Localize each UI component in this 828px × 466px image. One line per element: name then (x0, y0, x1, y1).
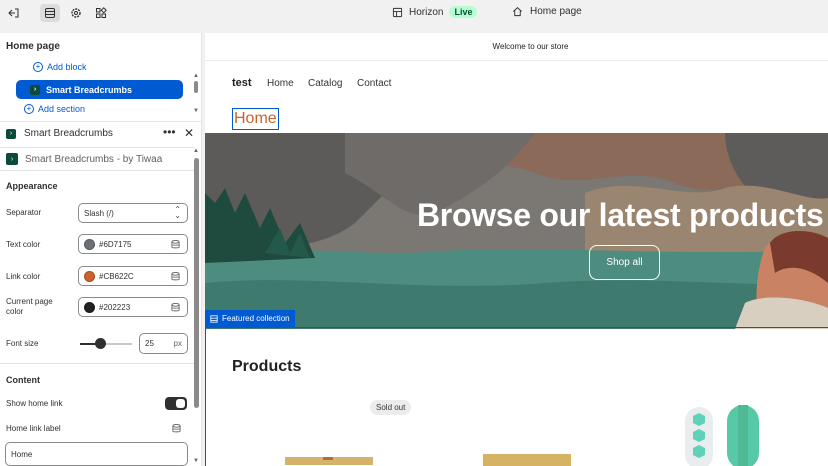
text-color-label: Text color (6, 240, 41, 249)
home-link-label-label: Home link label (6, 424, 61, 433)
current-page-color-label: Current page color (6, 297, 53, 316)
scroll-up-icon[interactable]: ▲ (193, 148, 199, 154)
app-logo-icon: › (6, 153, 18, 165)
featured-collection-tag[interactable]: Featured collection (205, 310, 295, 327)
database-icon[interactable] (171, 303, 180, 312)
add-section-button[interactable]: + Add section (24, 104, 85, 114)
text-color-value: #6D7175 (99, 239, 132, 249)
nav-link-catalog[interactable]: Catalog (308, 78, 342, 89)
font-size-label: Font size (6, 339, 39, 348)
font-size-input[interactable]: 25 px (139, 333, 188, 354)
scroll-down-icon[interactable]: ▼ (193, 108, 199, 114)
scroll-down-icon[interactable]: ▼ (193, 458, 199, 464)
theme-name: Horizon (409, 6, 444, 18)
shop-all-button[interactable]: Shop all (589, 245, 660, 280)
block-settings-header: › Smart Breadcrumbs ••• ✕ (0, 121, 202, 145)
featured-collection-label: Featured collection (222, 314, 290, 323)
home-icon (513, 7, 522, 17)
settings-scrollbar[interactable] (194, 158, 199, 408)
scroll-up-icon[interactable]: ▲ (193, 73, 199, 79)
database-icon[interactable] (171, 272, 180, 281)
plus-circle-icon: + (33, 62, 43, 72)
live-badge: Live (449, 6, 478, 18)
current-page-color-field[interactable]: #202223 (78, 297, 188, 317)
separator-label: Separator (6, 208, 42, 217)
add-block-label: Add block (47, 62, 87, 72)
app-source-label: Smart Breadcrumbs - by Tiwaa (25, 153, 163, 165)
product-image[interactable] (285, 457, 373, 465)
home-link-label-value: Home (11, 449, 33, 459)
close-icon[interactable]: ✕ (184, 126, 194, 140)
announcement-text: Welcome to our store (492, 42, 569, 51)
theme-icon (392, 7, 403, 17)
hero-banner: Browse our latest products Shop all (205, 133, 828, 329)
more-options-icon[interactable]: ••• (163, 125, 176, 139)
add-block-button[interactable]: + Add block (33, 62, 87, 72)
appearance-heading: Appearance (6, 181, 58, 191)
text-color-field[interactable]: #6D7175 (78, 234, 188, 254)
app-logo-icon: › (30, 84, 40, 95)
current-page-color-swatch[interactable] (84, 301, 95, 313)
link-color-label: Link color (6, 272, 41, 281)
content-heading: Content (6, 375, 40, 385)
selected-block-item[interactable]: › Smart Breadcrumbs (16, 80, 183, 99)
plus-circle-icon: + (24, 104, 34, 114)
apps-icon[interactable] (91, 4, 111, 22)
database-icon[interactable] (171, 240, 180, 249)
sections-icon[interactable] (40, 4, 60, 22)
page-name: Home page (530, 6, 582, 17)
settings-icon[interactable] (66, 4, 86, 22)
selected-block-label: Smart Breadcrumbs (46, 84, 133, 95)
page-selector[interactable]: Home page (512, 6, 582, 17)
font-size-slider-thumb[interactable] (95, 338, 106, 349)
link-color-field[interactable]: #CB622C (78, 266, 188, 286)
section-icon (210, 314, 218, 323)
database-icon[interactable] (172, 424, 181, 433)
exit-icon[interactable] (4, 4, 24, 22)
app-source-row[interactable]: › Smart Breadcrumbs - by Tiwaa (0, 147, 194, 171)
snowboard-product-image[interactable] (683, 405, 767, 466)
font-size-value: 25 (145, 339, 154, 348)
product-image[interactable] (483, 454, 571, 466)
sidebar: Home page + Add block › Smart Breadcrumb… (0, 33, 202, 466)
section-title: Home page (6, 41, 60, 52)
show-home-link-label: Show home link (6, 399, 63, 408)
separator-select[interactable]: Slash (/) ⌃ ⌄ (78, 203, 188, 223)
section-list-scrollbar[interactable] (194, 81, 198, 93)
nav-link-contact[interactable]: Contact (357, 78, 391, 89)
chevron-updown-icon: ⌃ ⌄ (174, 205, 181, 220)
products-heading: Products (232, 358, 302, 375)
theme-selector[interactable]: Horizon Live (392, 6, 478, 18)
hero-title: Browse our latest products (417, 197, 824, 233)
store-logo[interactable]: test (232, 77, 252, 89)
link-color-swatch[interactable] (84, 270, 95, 282)
divider (0, 363, 194, 364)
text-color-swatch[interactable] (84, 238, 95, 250)
breadcrumb[interactable]: Home (232, 108, 279, 130)
link-color-value: #CB622C (99, 271, 134, 281)
separator-value: Slash (/) (84, 208, 114, 218)
app-logo-icon: › (6, 128, 16, 139)
store-preview: Welcome to our store test Home Catalog C… (205, 33, 828, 466)
block-settings-title: Smart Breadcrumbs (24, 128, 113, 139)
top-bar: Horizon Live Home page (0, 0, 828, 27)
announcement-bar: Welcome to our store (205, 33, 828, 61)
home-link-label-input[interactable]: Home (5, 442, 188, 466)
current-page-color-value: #202223 (99, 302, 131, 312)
sold-out-badge: Sold out (370, 400, 412, 415)
show-home-link-toggle[interactable] (165, 397, 187, 410)
font-size-unit: px (173, 339, 182, 348)
add-section-label: Add section (38, 104, 86, 114)
nav-link-home[interactable]: Home (267, 78, 294, 89)
